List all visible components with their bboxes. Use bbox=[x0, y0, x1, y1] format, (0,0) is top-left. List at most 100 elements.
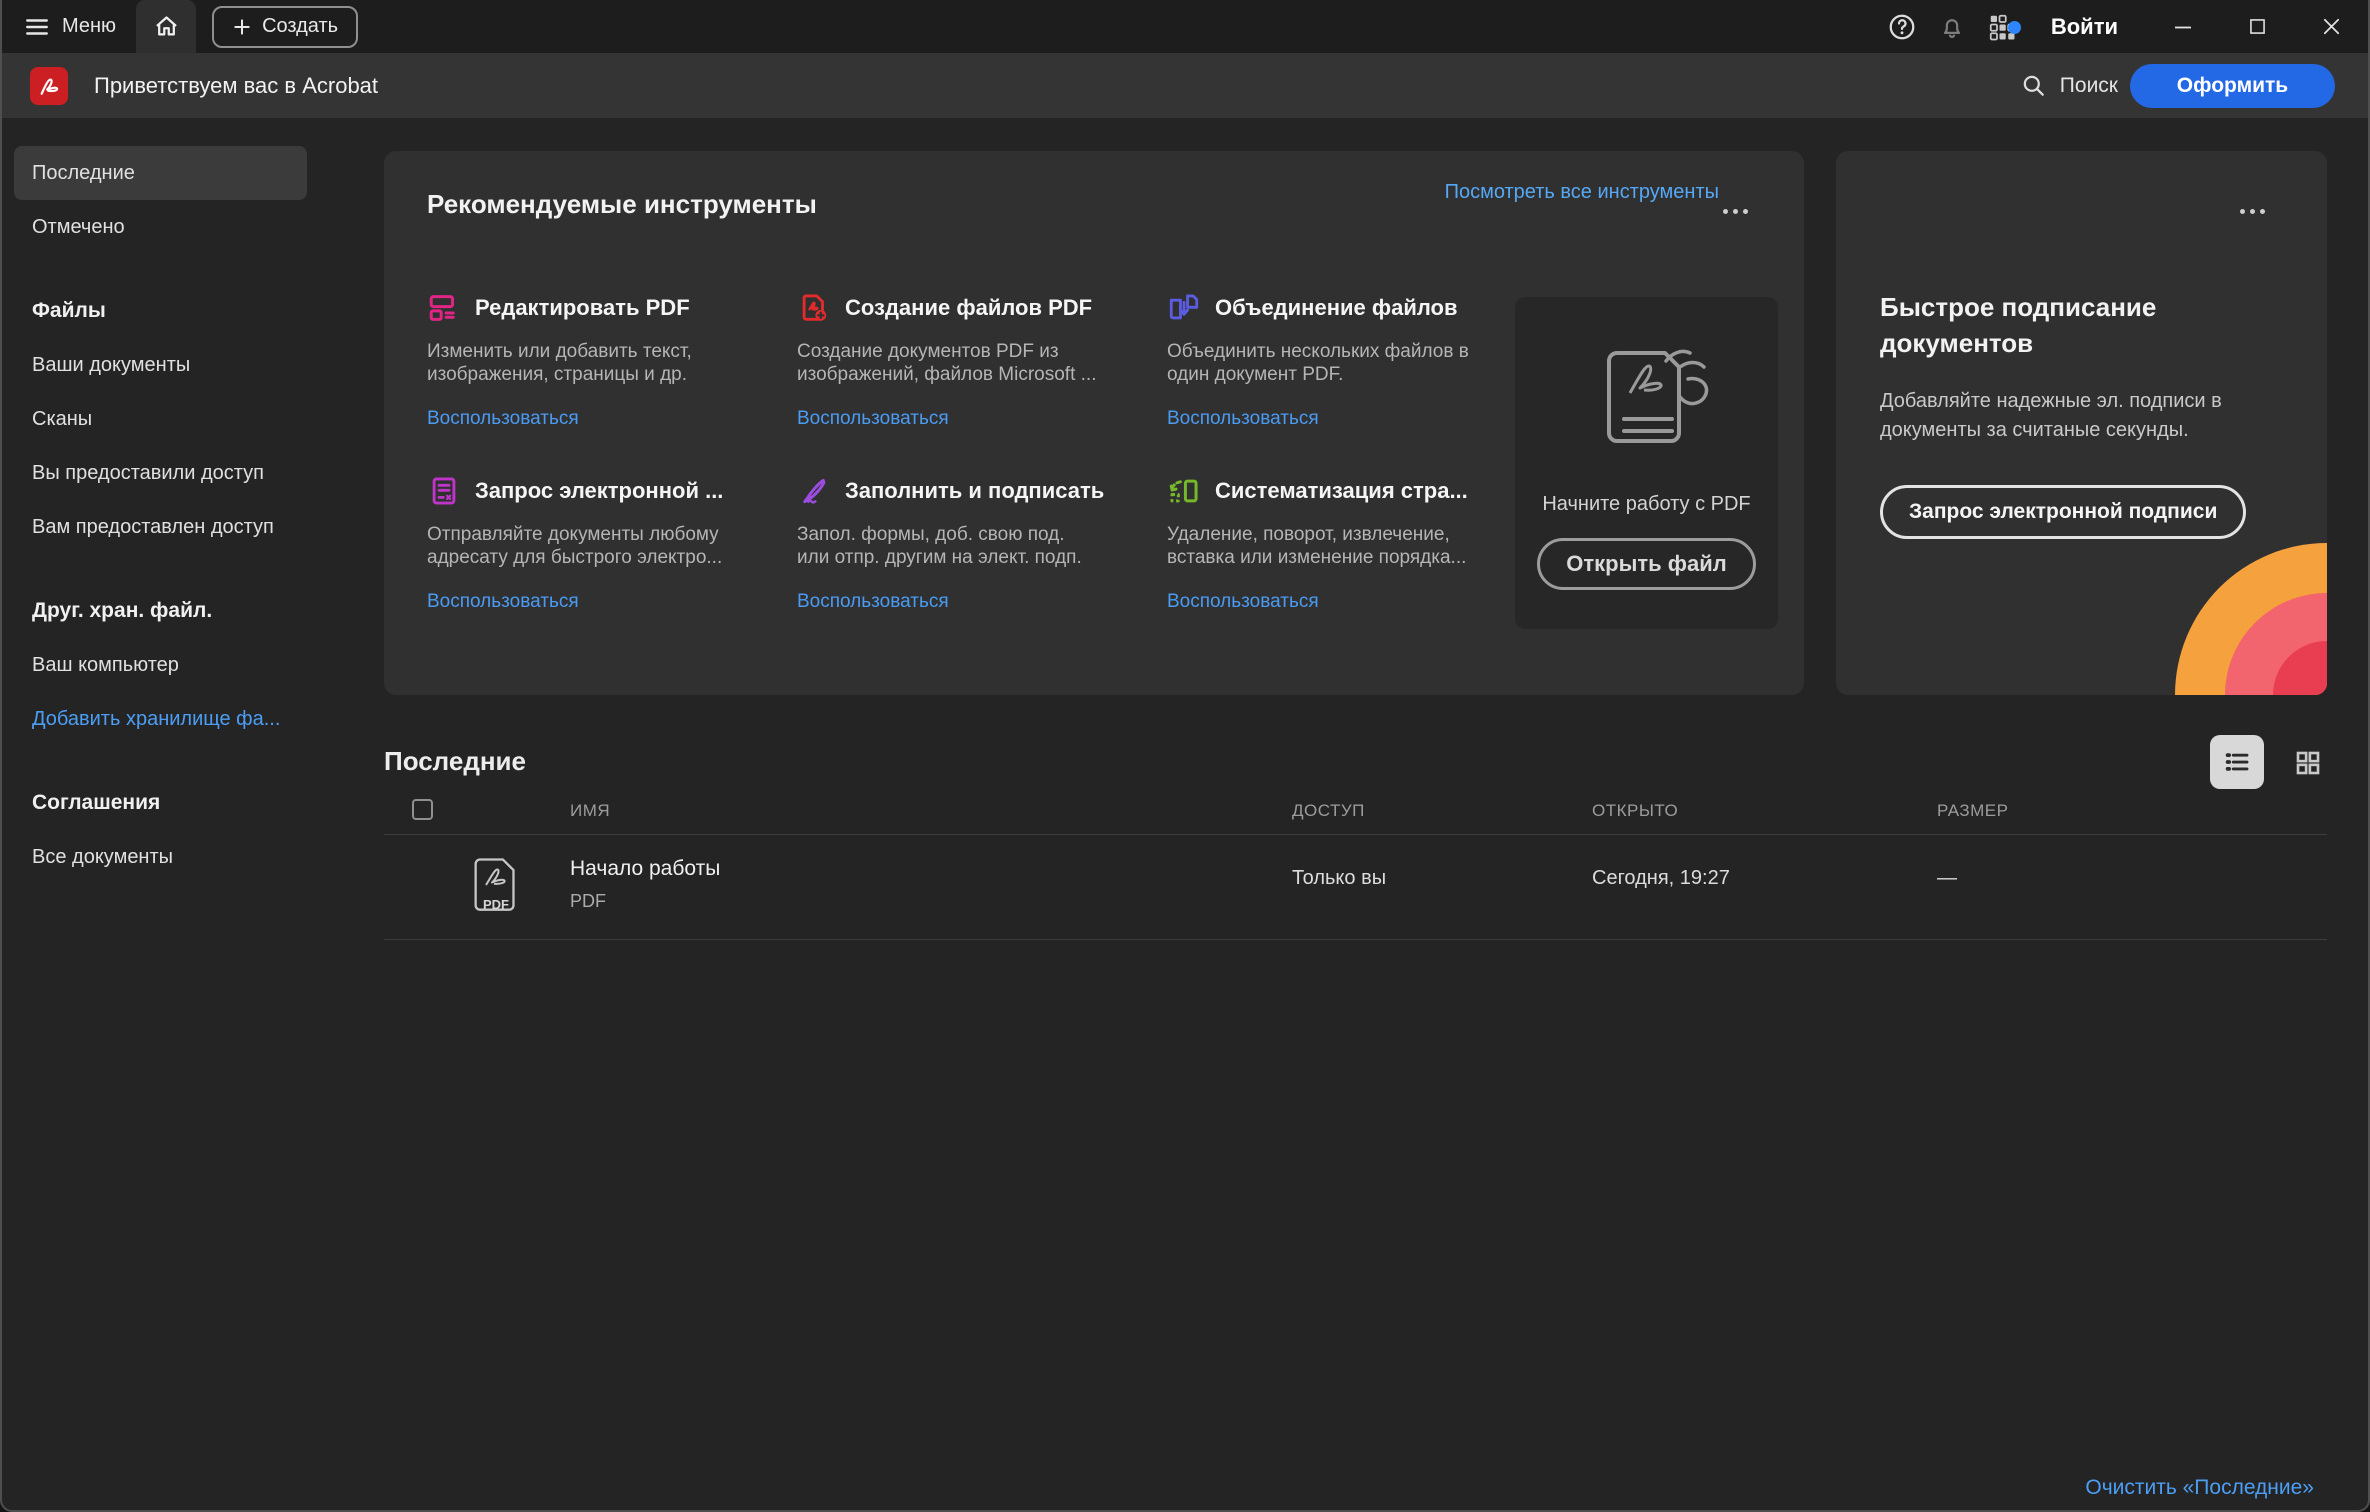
help-button[interactable] bbox=[1877, 12, 1927, 42]
sidebar-item-shared-with-you[interactable]: Вам предоставлен доступ bbox=[14, 500, 307, 554]
close-icon bbox=[2320, 15, 2343, 38]
search-icon bbox=[2020, 72, 2047, 99]
tool-title: Создание файлов PDF bbox=[845, 295, 1092, 321]
open-file-button[interactable]: Открыть файл bbox=[1537, 538, 1756, 590]
table-header-row: ИМЯ ДОСТУП ОТКРЫТО РАЗМЕР bbox=[384, 788, 2327, 835]
sidebar-item-scans[interactable]: Сканы bbox=[14, 392, 307, 446]
sidebar-item-your-documents[interactable]: Ваши документы bbox=[14, 338, 307, 392]
sidebar-section-agreements: Соглашения bbox=[14, 776, 307, 830]
tool-description: Отправляйте документы любому адресату дл… bbox=[427, 523, 787, 569]
sidebar-item-starred[interactable]: Отмечено bbox=[14, 200, 307, 254]
help-icon bbox=[1887, 12, 1917, 42]
tool-card-combine-files: Объединение файлов Объединить нескольких… bbox=[1167, 291, 1537, 430]
search-label: Поиск bbox=[2060, 74, 2118, 98]
sidebar-item-your-computer[interactable]: Ваш компьютер bbox=[14, 638, 307, 692]
menu-button[interactable]: Меню bbox=[24, 14, 116, 40]
tool-use-link[interactable]: Воспользоваться bbox=[427, 591, 797, 613]
file-opened: Сегодня, 19:27 bbox=[1592, 867, 1730, 890]
column-header-access[interactable]: ДОСТУП bbox=[1292, 801, 1365, 821]
tool-use-link[interactable]: Воспользоваться bbox=[427, 408, 797, 430]
apps-grid-button[interactable] bbox=[1977, 12, 2027, 42]
pdf-file-icon: PDF bbox=[470, 855, 522, 919]
tool-description: Изменить или добавить текст, изображения… bbox=[427, 340, 787, 386]
plus-icon bbox=[232, 17, 252, 37]
file-access: Только вы bbox=[1292, 867, 1386, 890]
title-bar: Меню Создать Войти bbox=[2, 0, 2368, 53]
edit-pdf-icon bbox=[427, 291, 461, 325]
file-size: — bbox=[1937, 867, 1957, 890]
tool-card-request-signature: Запрос электронной ... Отправляйте докум… bbox=[427, 474, 797, 613]
tool-card-fill-sign: Заполнить и подписать Запол. формы, доб.… bbox=[797, 474, 1167, 613]
close-button[interactable] bbox=[2294, 0, 2368, 53]
tool-description: Объединить нескольких файлов в один доку… bbox=[1167, 340, 1527, 386]
search-button[interactable]: Поиск bbox=[2020, 72, 2118, 99]
sidebar-item-shared-by-you[interactable]: Вы предоставили доступ bbox=[14, 446, 307, 500]
notifications-button[interactable] bbox=[1927, 13, 1977, 41]
request-signature-icon bbox=[427, 474, 461, 508]
grid-view-icon bbox=[2293, 748, 2323, 778]
file-name[interactable]: Начало работы bbox=[570, 857, 720, 881]
sidebar-item-all-documents[interactable]: Все документы bbox=[14, 830, 307, 884]
sidebar-item-recent[interactable]: Последние bbox=[14, 146, 307, 200]
tool-title: Редактировать PDF bbox=[475, 295, 690, 321]
sidebar-item-add-storage[interactable]: Добавить хранилище фа... bbox=[14, 692, 307, 746]
tool-card-edit-pdf: Редактировать PDF Изменить или добавить … bbox=[427, 291, 797, 430]
tools-title: Рекомендуемые инструменты bbox=[427, 189, 817, 220]
tool-use-link[interactable]: Воспользоваться bbox=[1167, 408, 1537, 430]
list-view-icon bbox=[2222, 747, 2252, 777]
app-header: Приветствуем вас в Acrobat Поиск Оформит… bbox=[2, 53, 2368, 118]
page-title: Приветствуем вас в Acrobat bbox=[94, 73, 378, 99]
select-all-checkbox[interactable] bbox=[412, 799, 433, 820]
organize-pages-icon bbox=[1167, 474, 1201, 508]
tool-card-organize-pages: Систематизация стра... Удаление, поворот… bbox=[1167, 474, 1537, 613]
upgrade-button[interactable]: Оформить bbox=[2130, 64, 2335, 108]
see-all-tools-link[interactable]: Посмотреть все инструменты bbox=[1445, 181, 1719, 204]
upgrade-label: Оформить bbox=[2177, 74, 2288, 98]
tool-use-link[interactable]: Воспользоваться bbox=[1167, 591, 1537, 613]
tool-title: Объединение файлов bbox=[1215, 295, 1458, 321]
tool-title: Заполнить и подписать bbox=[845, 478, 1104, 504]
combine-files-icon bbox=[1167, 291, 1201, 325]
tool-description: Создание документов PDF из изображений, … bbox=[797, 340, 1157, 386]
home-icon bbox=[153, 13, 180, 40]
start-caption: Начните работу с PDF bbox=[1542, 493, 1750, 516]
pdf-document-hand-icon bbox=[1562, 331, 1732, 481]
tool-use-link[interactable]: Воспользоваться bbox=[797, 591, 1167, 613]
svg-text:PDF: PDF bbox=[483, 897, 509, 912]
tool-title: Систематизация стра... bbox=[1215, 478, 1468, 504]
start-with-pdf-card: Начните работу с PDF Открыть файл bbox=[1515, 297, 1778, 629]
signin-button[interactable]: Войти bbox=[2051, 14, 2118, 40]
create-button[interactable]: Создать bbox=[212, 6, 358, 48]
minimize-button[interactable] bbox=[2146, 0, 2220, 53]
maximize-icon bbox=[2247, 16, 2268, 37]
sign-panel-title: Быстрое подписание документов bbox=[1880, 289, 2283, 361]
fill-sign-icon bbox=[797, 474, 831, 508]
column-header-opened[interactable]: ОТКРЫТО bbox=[1592, 801, 1678, 821]
clear-recent-link[interactable]: Очистить «Последние» bbox=[2085, 1476, 2314, 1500]
menu-label: Меню bbox=[62, 15, 116, 38]
list-view-button[interactable] bbox=[2210, 735, 2264, 789]
recent-files-table: ИМЯ ДОСТУП ОТКРЫТО РАЗМЕР PDF Начало раб… bbox=[384, 788, 2327, 940]
tool-use-link[interactable]: Воспользоваться bbox=[797, 408, 1167, 430]
sidebar-section-other-storage: Друг. хран. файл. bbox=[14, 584, 307, 638]
tool-description: Запол. формы, доб. свою под. или отпр. д… bbox=[797, 523, 1157, 569]
tool-description: Удаление, поворот, извлечение, вставка и… bbox=[1167, 523, 1527, 569]
hamburger-icon bbox=[24, 14, 50, 40]
tool-card-create-pdf: Создание файлов PDF Создание документов … bbox=[797, 291, 1167, 430]
file-type: PDF bbox=[570, 891, 606, 912]
acrobat-window: Меню Создать Войти bbox=[0, 0, 2370, 1512]
bell-icon bbox=[1938, 13, 1966, 41]
column-header-name[interactable]: ИМЯ bbox=[570, 801, 610, 821]
maximize-button[interactable] bbox=[2220, 0, 2294, 53]
table-row[interactable]: PDF Начало работы PDF Только вы Сегодня,… bbox=[384, 835, 2327, 940]
more-options-icon[interactable] bbox=[2240, 209, 2265, 214]
column-header-size[interactable]: РАЗМЕР bbox=[1937, 801, 2008, 821]
notification-dot bbox=[2008, 21, 2021, 34]
tab-home[interactable] bbox=[136, 0, 196, 53]
minimize-icon bbox=[2171, 15, 2195, 39]
request-signature-button[interactable]: Запрос электронной подписи bbox=[1880, 485, 2246, 539]
grid-view-button[interactable] bbox=[2289, 744, 2327, 782]
quick-sign-panel: Быстрое подписание документов Добавляйте… bbox=[1836, 151, 2327, 695]
sign-panel-description: Добавляйте надежные эл. подписи в докуме… bbox=[1880, 387, 2283, 445]
more-options-icon[interactable] bbox=[1723, 209, 1748, 214]
